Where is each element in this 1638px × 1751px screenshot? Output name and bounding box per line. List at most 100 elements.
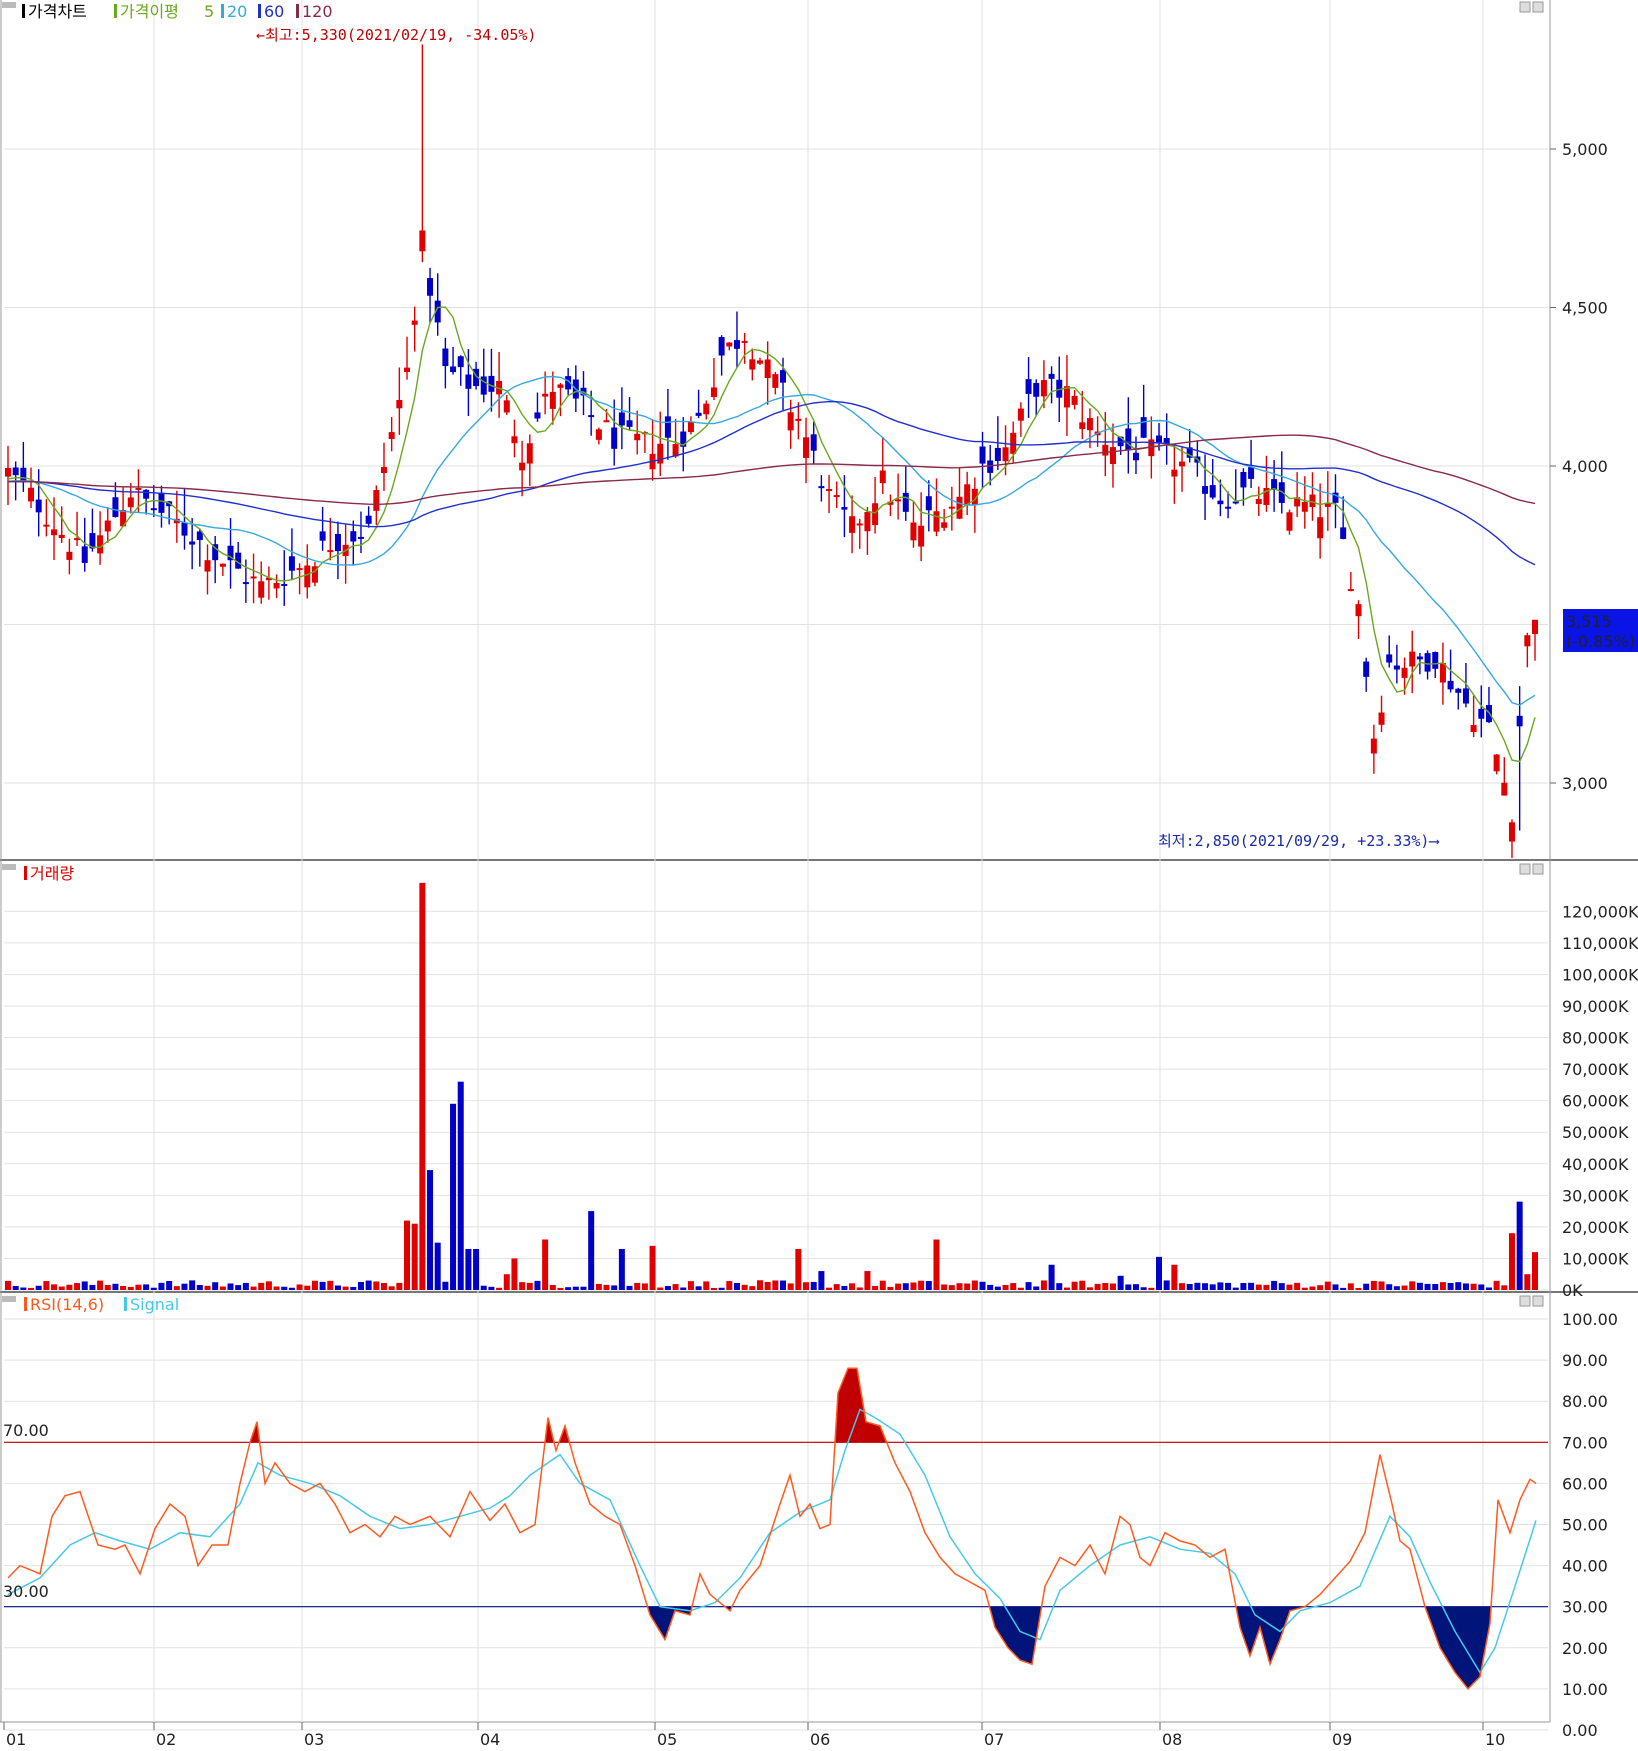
volume-bar (350, 1286, 357, 1290)
volume-bar (895, 1283, 902, 1290)
volume-bar (1386, 1284, 1393, 1290)
candle-body (910, 522, 917, 541)
candle-body (350, 531, 357, 542)
candle-body (1462, 688, 1469, 704)
candle-body (396, 400, 403, 409)
volume-bar (1532, 1252, 1538, 1290)
volume-bar (480, 1285, 487, 1290)
candle-body (450, 366, 457, 373)
volume-bar (618, 1248, 625, 1290)
month-label: 03 (304, 1730, 324, 1749)
month-label: 08 (1162, 1730, 1182, 1749)
volume-bar (726, 1281, 733, 1290)
candle-body (1010, 432, 1017, 454)
volume-bar (941, 1284, 948, 1290)
candle-body (1156, 435, 1163, 443)
volume-bar (1033, 1286, 1040, 1290)
candle-body (1301, 501, 1308, 512)
volume-bar (810, 1281, 817, 1290)
candle-body (1109, 447, 1116, 465)
volume-bar (641, 1283, 648, 1290)
volume-bar (664, 1285, 671, 1290)
volume-bar (1309, 1286, 1316, 1290)
candle-body (526, 443, 533, 464)
rsi-tick-label: 30.00 (1562, 1598, 1608, 1617)
volume-bar (1401, 1285, 1408, 1290)
candle-body (365, 515, 372, 524)
candle-body (327, 550, 334, 553)
volume-bar (434, 1242, 441, 1290)
candle-body (1025, 379, 1032, 394)
candle-body (127, 497, 134, 508)
candle-body (534, 412, 541, 419)
panel-buttons (2, 1, 1544, 1307)
volume-bar (1063, 1287, 1070, 1290)
candle-body (457, 356, 464, 368)
candle-body (1347, 589, 1354, 592)
candle-body (664, 416, 671, 438)
volume-bar (741, 1284, 748, 1290)
candle-body (941, 522, 948, 528)
candle-body (1255, 499, 1262, 504)
stock-chart-window: 가격차트 가격이평 5 20 60 120 ←최고:5,330(2021/02/… (0, 0, 1638, 1751)
candle-body (250, 576, 257, 579)
price-tick-label: 3,000 (1562, 774, 1608, 793)
volume-bar (1040, 1280, 1047, 1290)
volume-bar (787, 1283, 794, 1290)
volume-bar (733, 1282, 740, 1290)
volume-bar (311, 1280, 318, 1290)
volume-bar (1332, 1284, 1339, 1290)
volume-bar (235, 1285, 242, 1290)
candle-body (872, 503, 879, 526)
volume-bar (918, 1280, 925, 1290)
rsi-gridlines (4, 1318, 1548, 1731)
candle-body (1063, 386, 1070, 408)
volume-bar (12, 1285, 19, 1290)
volume-bar (511, 1258, 518, 1290)
candle-body (1355, 604, 1362, 617)
volume-bar (964, 1283, 971, 1290)
volume-bar (1140, 1287, 1147, 1290)
volume-bar (1048, 1264, 1055, 1290)
candle-body (181, 522, 188, 536)
volume-bar (833, 1284, 840, 1290)
candle-body (749, 359, 756, 370)
volume-bar (1225, 1282, 1232, 1290)
candle-body (388, 432, 395, 439)
candle-body (611, 427, 618, 449)
volume-bar (419, 882, 426, 1290)
candle-body (5, 467, 11, 477)
volume-bar (1493, 1280, 1500, 1290)
volume-bar (549, 1284, 556, 1290)
candle-body (1048, 373, 1055, 379)
candle-body (51, 529, 58, 536)
candle-body (442, 348, 449, 367)
candle-body (1140, 417, 1147, 438)
volume-tick-label: 40,000K (1562, 1155, 1629, 1174)
volume-bar (879, 1280, 886, 1290)
candle-body (503, 400, 510, 413)
panel-menu-icon (2, 1296, 16, 1302)
volume-bar (74, 1283, 81, 1290)
volume-bar (296, 1284, 303, 1290)
month-label: 09 (1332, 1730, 1352, 1749)
candle-body (895, 499, 902, 502)
price-legend: 가격차트 가격이평 5 20 60 120 (22, 2, 333, 21)
candle-body (1386, 654, 1393, 663)
candle-body (1363, 661, 1370, 677)
volume-bar (1447, 1283, 1454, 1290)
rsi-tick-label: 90.00 (1562, 1351, 1608, 1370)
ma20-line (7, 375, 1536, 706)
candle-body (419, 230, 426, 252)
volume-bar (1370, 1280, 1377, 1290)
candle-body (43, 524, 50, 527)
volume-bar (173, 1286, 180, 1290)
volume-bar (196, 1285, 203, 1290)
volume-bar (718, 1287, 725, 1290)
volume-bar (488, 1286, 495, 1290)
volume-tick-label: 0K (1562, 1281, 1583, 1300)
volume-bar (1271, 1280, 1278, 1290)
volume-bar (1416, 1282, 1423, 1290)
volume-bar (1485, 1287, 1492, 1290)
candle-body (1202, 486, 1209, 494)
